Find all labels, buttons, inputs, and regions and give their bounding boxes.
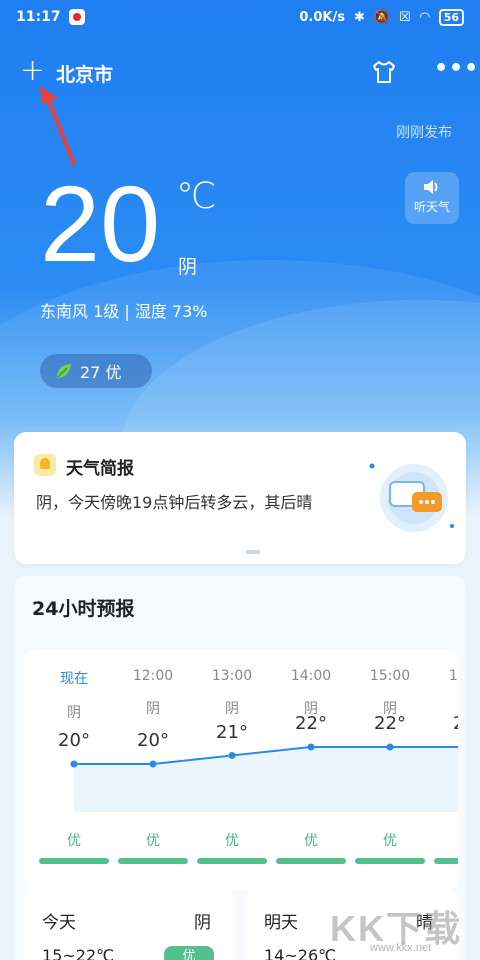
today-card[interactable]: 今天 阴 15~22℃ 优 — [24, 890, 234, 960]
temperature-point — [70, 760, 78, 768]
hour-label: 16:00 — [448, 668, 458, 684]
hour-column: 15:00 阴 — [355, 668, 425, 718]
today-condition: 阴 — [194, 913, 211, 933]
current-temperature: 20 — [40, 163, 161, 284]
hour-column: 16:00阴 — [434, 668, 458, 718]
net-speed: 0.0K/s — [299, 9, 345, 25]
watermark: KK下载 www.kkx.net — [330, 900, 476, 956]
wind-humidity: 东南风 1级 | 湿度 73% — [40, 302, 208, 321]
hour-condition: 阴 — [146, 701, 160, 717]
speaker-icon — [424, 180, 438, 194]
hour-temperature: 20° — [137, 730, 169, 751]
hour-condition: 阴 — [67, 705, 81, 721]
temperature-unit: ℃ — [176, 176, 217, 217]
aqi-value: 27 优 — [80, 363, 122, 382]
hourly-scroll[interactable]: 现在阴 20° 优 12:00 阴 20° 优 13:00 阴 21° 优 14:00 阴 22° 优 15:… — [24, 650, 458, 890]
publish-time: 刚刚发布 — [396, 125, 452, 141]
hour-aqi-bar — [118, 858, 188, 864]
bluetooth-icon: ✱ — [353, 9, 365, 25]
hour-temperature: 22° — [434, 713, 458, 734]
today-aqi-badge: 优 — [164, 946, 214, 960]
hour-aqi: 优 — [304, 833, 318, 849]
brief-title: 天气简报 — [66, 459, 134, 479]
app-notification-icon — [68, 9, 85, 25]
hour-condition: 阴 — [225, 701, 239, 717]
hour-aqi-bar — [434, 858, 458, 864]
hour-temperature: 21° — [216, 721, 248, 743]
hour-label: 现在 — [60, 671, 88, 687]
today-label: 今天 — [42, 913, 76, 933]
mute-bell-icon: 🔕 — [373, 9, 391, 25]
temperature-area — [74, 747, 458, 812]
leaf-icon — [57, 364, 71, 378]
battery-icon: 56 — [438, 8, 464, 26]
red-arrow-annotation — [40, 86, 76, 166]
hour-aqi: 优 — [383, 833, 397, 849]
page-indicator — [246, 550, 260, 554]
listen-label: 听天气 — [413, 200, 450, 214]
hour-label: 13:00 — [211, 668, 253, 684]
hour-aqi-bar — [197, 858, 267, 864]
hour-aqi-bar — [276, 858, 346, 864]
hour-label: 14:00 — [290, 668, 332, 684]
hour-column: 现在阴 — [39, 668, 109, 722]
hourly-title: 24小时预报 — [32, 598, 135, 620]
hour-column: 12:00 阴 — [118, 668, 188, 718]
hour-column: 13:00 阴 — [197, 668, 267, 718]
city-name[interactable]: 北京市 — [56, 60, 113, 87]
plus-icon[interactable]: + — [20, 56, 45, 86]
hour-aqi: 优 — [225, 833, 239, 849]
hour-label: 12:00 — [132, 668, 174, 684]
tomorrow-range: 14~26℃ — [264, 946, 337, 960]
weather-brief-card[interactable]: 天气简报 阴，今天傍晚19点钟后转多云，其后晴 — [14, 432, 466, 564]
brief-text: 阴，今天傍晚19点钟后转多云，其后晴 — [36, 493, 313, 512]
more-dots-icon[interactable]: ••• — [434, 56, 479, 81]
hour-aqi: 优 — [67, 833, 81, 849]
status-time: 11:17 — [16, 9, 61, 25]
hour-column: 14:00 阴 — [276, 668, 346, 718]
temperature-point — [149, 760, 157, 768]
wifi-icon: ◠ — [419, 9, 430, 25]
status-bar: 11:17 0.0K/s ✱ 🔕 ☒ ◠ 56 — [0, 0, 480, 34]
hour-temperature: 20° — [58, 730, 90, 751]
bell-icon — [34, 454, 56, 476]
tshirt-icon[interactable] — [370, 58, 398, 86]
temperature-point — [228, 752, 236, 759]
temperature-point — [307, 743, 315, 751]
tomorrow-label: 明天 — [264, 913, 298, 933]
hour-temperature: 22° — [374, 713, 406, 734]
hour-label: 15:00 — [369, 668, 411, 684]
watermark-url: www.kkx.net — [370, 942, 432, 954]
aqi-pill[interactable]: 27 优 — [40, 354, 152, 388]
sim-icon: ☒ — [399, 9, 411, 25]
chat-bubbles-icon — [369, 463, 454, 532]
hour-aqi-bar — [355, 858, 425, 864]
current-condition: 阴 — [178, 256, 198, 278]
temperature-point — [386, 743, 394, 751]
listen-weather-button[interactable]: 听天气 — [405, 172, 459, 224]
hour-aqi: 优 — [146, 833, 160, 849]
today-range: 15~22℃ — [42, 946, 115, 960]
hour-temperature: 22° — [295, 713, 327, 734]
hour-aqi-bar — [39, 858, 109, 864]
hour-aqi: 优 — [434, 830, 458, 850]
